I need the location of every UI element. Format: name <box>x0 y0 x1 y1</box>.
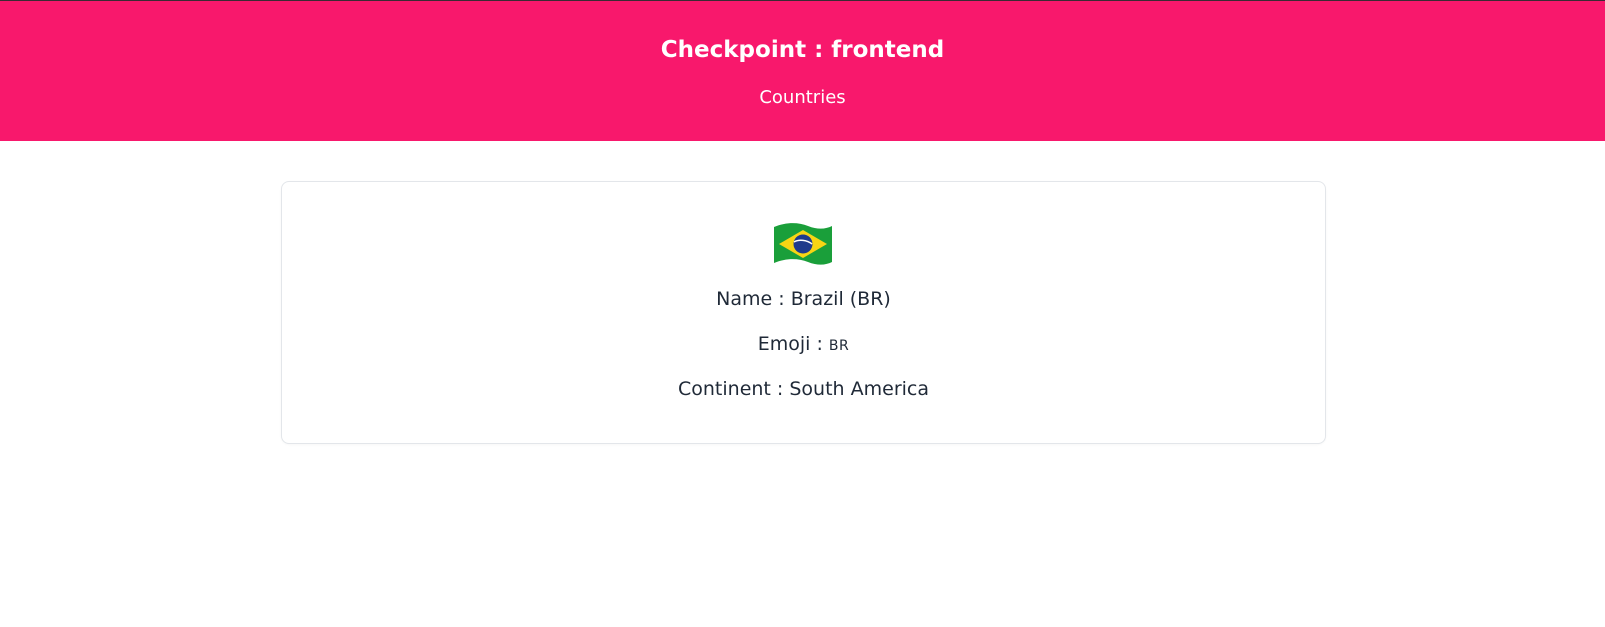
country-continent-label: Continent : <box>677 378 790 400</box>
country-emoji: Emoji : BR <box>282 331 1325 359</box>
country-card: Name : Brazil (BR) Emoji : BR Continent … <box>281 181 1326 444</box>
country-continent-value: South America <box>789 378 929 400</box>
country-name-value: Brazil (BR) <box>790 288 891 310</box>
country-continent: Continent : South America <box>282 376 1325 402</box>
country-name-label: Name : <box>716 288 791 310</box>
brazil-flag-icon <box>774 223 832 265</box>
country-emoji-value: BR <box>828 338 850 354</box>
page-title: Checkpoint : frontend <box>660 37 945 63</box>
country-name: Name : Brazil (BR) <box>282 286 1325 312</box>
page-header: Checkpoint : frontend Countries <box>0 0 1605 141</box>
country-emoji-label: Emoji : <box>757 333 829 355</box>
page-subtitle: Countries <box>759 87 846 108</box>
